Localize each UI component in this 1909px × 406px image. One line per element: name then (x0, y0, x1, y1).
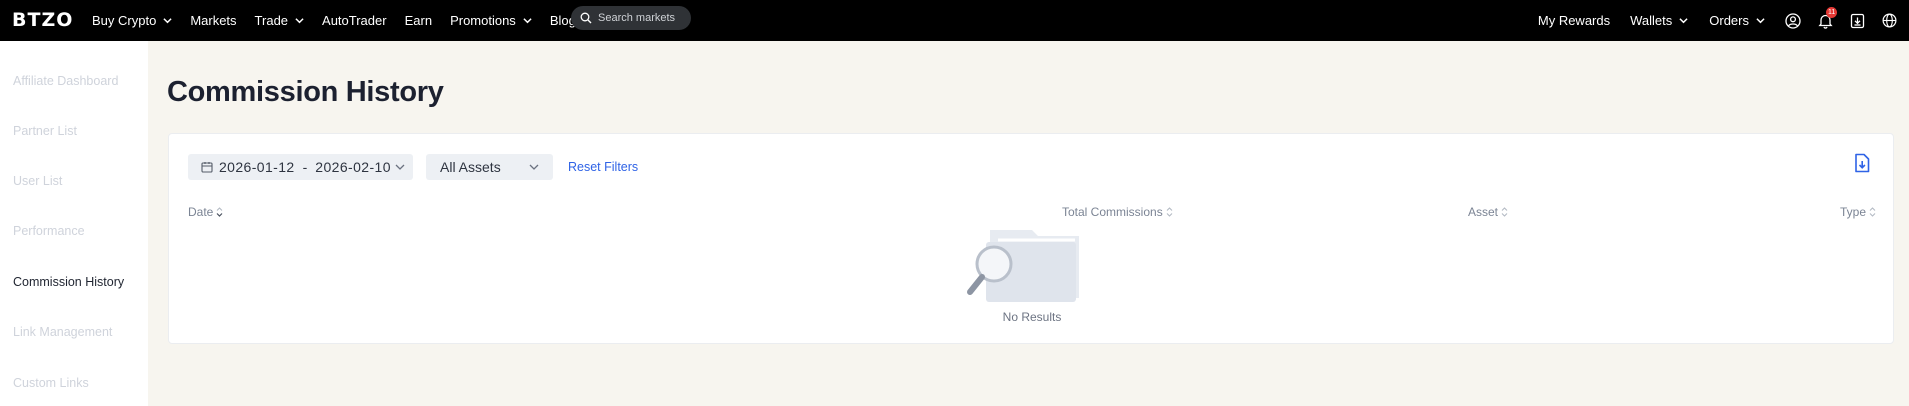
top-navbar: BTZO Buy Crypto Markets Trade AutoTrader… (0, 0, 1909, 41)
chevron-down-icon (523, 18, 532, 24)
sort-icon (1501, 207, 1508, 217)
file-download-icon (1855, 153, 1870, 173)
nav-label: Earn (404, 13, 433, 28)
date-range-picker[interactable]: 2026-01-12 - 2026-02-10 (188, 154, 413, 180)
nav-earn[interactable]: Earn (405, 13, 432, 28)
nav-orders[interactable]: Orders (1709, 13, 1765, 28)
search-icon (580, 12, 592, 24)
sort-desc-icon (216, 207, 223, 217)
sidebar-item-commission-history[interactable]: Commission History (13, 275, 124, 289)
globe-icon (1882, 13, 1896, 28)
nav-trade[interactable]: Trade (255, 13, 304, 28)
notification-count-badge: 11 (1826, 7, 1838, 18)
empty-state-text: No Results (1002, 310, 1062, 324)
sidebar-item-link-management[interactable]: Link Management (13, 325, 112, 339)
search-input[interactable] (598, 12, 690, 24)
nav-promotions[interactable]: Promotions (450, 13, 532, 28)
affiliate-sidebar: Affiliate Dashboard Partner List User Li… (0, 41, 148, 406)
nav-my-rewards[interactable]: My Rewards (1538, 13, 1610, 28)
column-label: Asset (1468, 205, 1499, 219)
chevron-down-icon (163, 18, 172, 24)
language-button[interactable] (1873, 0, 1905, 41)
user-icon (1785, 12, 1801, 29)
chevron-down-icon (529, 164, 539, 170)
nav-label: AutoTrader (322, 13, 387, 28)
column-header-type[interactable]: Type (1840, 205, 1876, 219)
page-title: Commission History (167, 76, 444, 108)
sidebar-item-custom-links[interactable]: Custom Links (13, 376, 89, 390)
nav-label: Orders (1709, 13, 1749, 28)
notifications-button[interactable]: 11 (1809, 0, 1841, 41)
chevron-down-icon (1679, 18, 1688, 24)
nav-label: Markets (190, 13, 237, 28)
reset-filters-link[interactable]: Reset Filters (568, 160, 638, 174)
nav-label: Buy Crypto (92, 13, 157, 28)
sidebar-item-performance[interactable]: Performance (13, 224, 85, 238)
date-to-value: 2026-02-10 (315, 159, 391, 175)
calendar-icon (201, 162, 213, 173)
right-nav: My Rewards Wallets Orders 11 (1538, 0, 1909, 41)
chevron-down-icon (395, 164, 405, 170)
search-box[interactable] (571, 6, 691, 30)
date-separator: - (302, 159, 308, 175)
main-nav: Buy Crypto Markets Trade AutoTrader Earn… (92, 0, 594, 41)
account-button[interactable] (1777, 0, 1809, 41)
nav-autotrader[interactable]: AutoTrader (322, 13, 387, 28)
chevron-down-icon (295, 18, 304, 24)
download-app-icon (1850, 13, 1864, 28)
nav-label: My Rewards (1537, 13, 1611, 28)
export-button[interactable] (1853, 153, 1871, 178)
nav-label: Wallets (1630, 13, 1673, 28)
empty-folder-search-icon (967, 230, 1079, 302)
nav-wallets[interactable]: Wallets (1630, 13, 1688, 28)
asset-filter-select[interactable]: All Assets (426, 154, 553, 180)
download-app-button[interactable] (1841, 0, 1873, 41)
column-label: Total Commissions (1062, 205, 1163, 219)
column-label: Date (188, 205, 214, 219)
date-from-value: 2026-01-12 (219, 159, 295, 175)
nav-markets[interactable]: Markets (190, 13, 236, 28)
brand-logo[interactable]: BTZO (12, 9, 73, 31)
commission-history-panel: 2026-01-12 - 2026-02-10 All Assets Reset… (168, 133, 1894, 344)
nav-label: Promotions (450, 13, 516, 28)
column-label: Type (1840, 205, 1867, 219)
sidebar-item-affiliate-dashboard[interactable]: Affiliate Dashboard (13, 74, 118, 88)
column-header-asset[interactable]: Asset (1468, 205, 1508, 219)
asset-filter-value: All Assets (440, 159, 501, 175)
column-header-total-commissions[interactable]: Total Commissions (1062, 205, 1173, 219)
column-header-date[interactable]: Date (188, 205, 223, 219)
brand-logo-text: BTZO (12, 9, 74, 31)
sort-icon (1166, 207, 1173, 217)
chevron-down-icon (1756, 18, 1765, 24)
sidebar-item-partner-list[interactable]: Partner List (13, 124, 77, 138)
sidebar-item-user-list[interactable]: User List (13, 174, 62, 188)
sort-icon (1869, 207, 1876, 217)
nav-label: Trade (254, 13, 289, 28)
nav-buy-crypto[interactable]: Buy Crypto (92, 13, 172, 28)
